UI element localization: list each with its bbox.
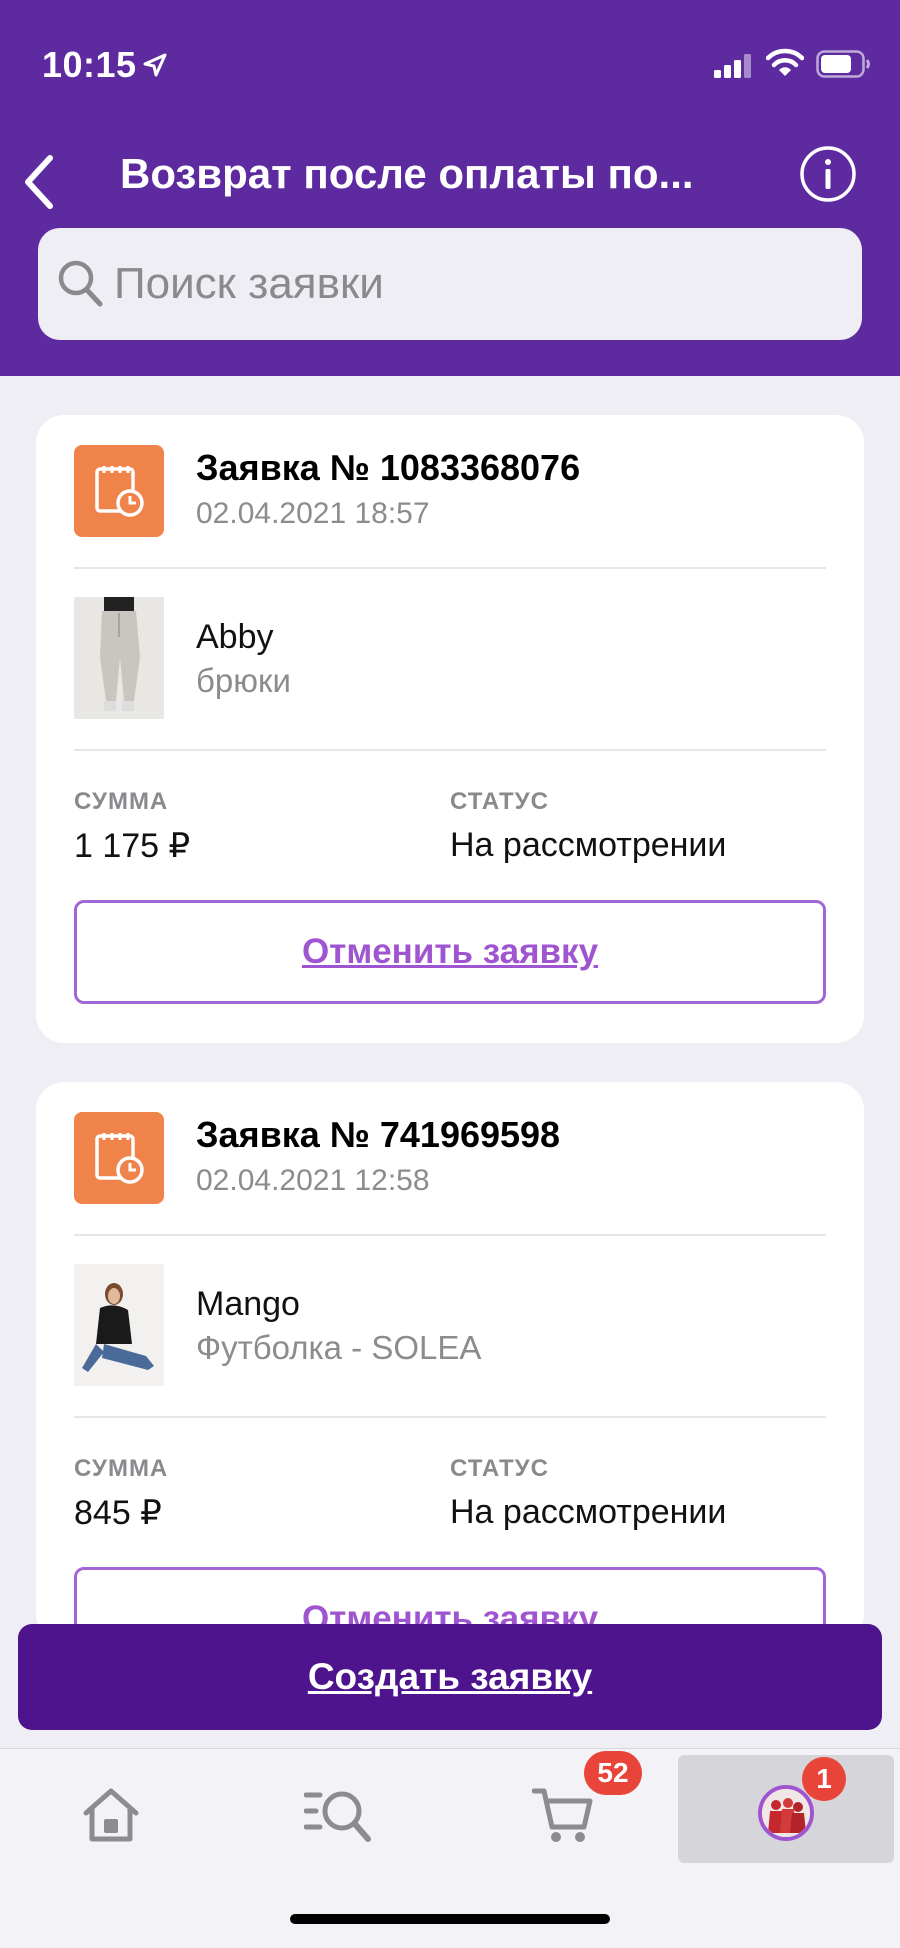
info-button[interactable] — [798, 144, 858, 204]
status-time: 10:15 — [42, 44, 137, 85]
avatar — [758, 1785, 814, 1841]
battery-icon — [816, 50, 872, 83]
product-brand: Abby — [196, 618, 274, 656]
status-label: СТАТУС — [450, 1455, 549, 1482]
cart-icon — [532, 1788, 593, 1842]
home-indicator — [290, 1914, 610, 1924]
catalog-search-icon — [304, 1791, 371, 1842]
search-bar[interactable] — [38, 228, 862, 340]
cart-count-badge: 52 — [584, 1751, 642, 1795]
cellular-signal-icon — [714, 54, 754, 83]
sum-label: СУММА — [74, 1455, 169, 1482]
cancel-request-button[interactable]: Отменить заявку — [74, 900, 826, 1004]
request-number: Заявка № 1083368076 — [196, 447, 581, 488]
back-button[interactable] — [14, 144, 74, 214]
request-date: 02.04.2021 18:57 — [196, 497, 430, 530]
return-request-icon — [74, 445, 164, 537]
product-image — [74, 597, 164, 719]
product-image — [74, 1264, 164, 1386]
sum-value: 1 175 ₽ — [74, 827, 191, 865]
search-icon — [56, 258, 104, 313]
page-title: Возврат после оплаты по... — [120, 150, 694, 197]
search-input[interactable] — [114, 248, 834, 320]
product-name: брюки — [196, 662, 291, 699]
tab-profile[interactable]: 1 — [678, 1755, 894, 1863]
request-card: Заявка № 1083368076 02.04.2021 18:57 Abb… — [36, 415, 864, 1043]
status-value: На рассмотрении — [450, 826, 727, 864]
product-name: Футболка - SOLEA — [196, 1329, 482, 1366]
product-brand: Mango — [196, 1285, 300, 1323]
request-card: Заявка № 741969598 02.04.2021 12:58 Mang… — [36, 1082, 864, 1671]
tab-catalog-search[interactable] — [246, 1749, 426, 1859]
request-number: Заявка № 741969598 — [196, 1114, 561, 1155]
notification-badge: 1 — [802, 1757, 846, 1801]
divider — [74, 1234, 826, 1236]
create-request-button[interactable]: Создать заявку — [18, 1624, 882, 1730]
home-icon — [83, 1788, 139, 1842]
navigation-bar: Возврат после оплаты по... — [0, 130, 900, 230]
return-request-icon — [74, 1112, 164, 1204]
status-value: На рассмотрении — [450, 1493, 727, 1531]
request-date: 02.04.2021 12:58 — [196, 1164, 430, 1197]
wifi-icon — [765, 48, 805, 83]
info-icon — [800, 146, 856, 202]
status-label: СТАТУС — [450, 788, 549, 815]
divider — [74, 567, 826, 569]
divider — [74, 1416, 826, 1418]
divider — [74, 749, 826, 751]
chevron-left-icon — [25, 155, 53, 209]
tab-cart[interactable]: 52 — [474, 1749, 654, 1859]
header: 10:15 Возврат после оплаты по... Поиск з… — [0, 0, 900, 376]
sum-label: СУММА — [74, 788, 169, 815]
sum-value: 845 ₽ — [74, 1494, 162, 1532]
tab-home[interactable] — [22, 1749, 202, 1859]
location-arrow-icon — [142, 52, 168, 83]
status-bar: 10:15 — [0, 0, 900, 130]
